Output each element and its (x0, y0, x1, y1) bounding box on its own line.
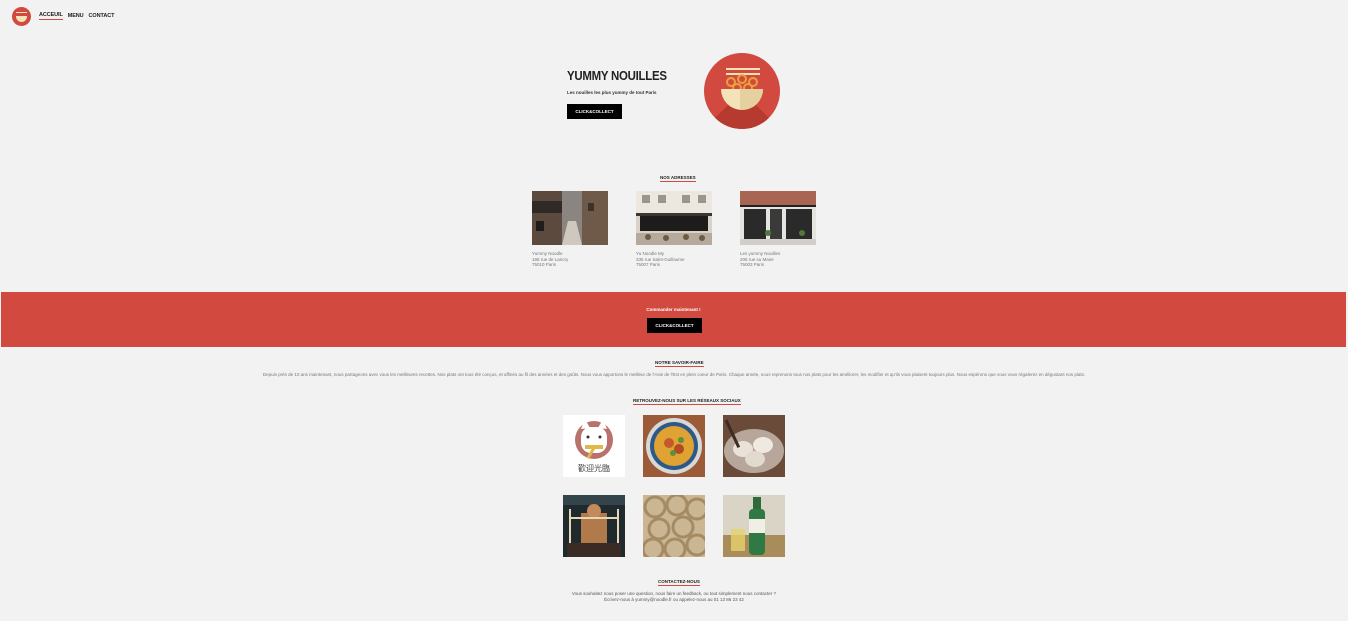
restaurant-photo (740, 191, 816, 245)
dumplings-image[interactable] (723, 415, 785, 477)
nav-link-contact[interactable]: Contact (89, 13, 115, 19)
hero-click-collect-button[interactable]: Click&Collect (567, 104, 622, 119)
dry-noodles-image[interactable] (643, 495, 705, 557)
noodle-chef-image[interactable] (563, 495, 625, 557)
banner-click-collect-button[interactable]: Click&Collect (647, 318, 702, 333)
address-card[interactable]: Yummy Noodle 185 rue de Lancry 75010 Par… (532, 191, 608, 268)
contact-title: Contactez-nous (658, 579, 700, 586)
order-banner: Commander maintenant ! Click&Collect (1, 292, 1346, 347)
top-nav: Acceuil Menu Contact (12, 6, 114, 26)
lucky-cat-caption: 歡迎光臨 (578, 464, 610, 473)
noodle-bowl-illustration (704, 53, 780, 129)
hero-subtitle: Les nouilles les plus yummy de tout Pari… (567, 90, 657, 95)
social-title: Retrouvez-nous sur les réseaux sociaux (633, 398, 741, 405)
beer-bottle-image[interactable] (723, 495, 785, 557)
restaurant-photo (636, 191, 712, 245)
address-city: 75010 Paris (532, 262, 557, 267)
banner-text: Commander maintenant ! (646, 307, 701, 312)
address-city: 75003 Paris (740, 262, 765, 267)
contact-text: Vous souhaitez nous poser une question, … (0, 591, 1348, 603)
hero-section: Yummy Nouilles Les nouilles les plus yum… (567, 68, 707, 119)
addresses-title: Nos adresses (660, 175, 696, 182)
nav-link-accueil[interactable]: Acceuil (39, 12, 63, 20)
lucky-cat-image[interactable]: 歡迎光臨 (563, 415, 625, 477)
nav-link-menu[interactable]: Menu (68, 13, 84, 19)
savoir-faire-text: Depuis près de 10 ans maintenant, nous p… (262, 372, 1086, 377)
savoir-faire-title: Notre savoir-faire (655, 360, 704, 367)
address-card[interactable]: Les yummy Nouilles 206 rue su Maire 7500… (740, 191, 816, 268)
hero-title: Yummy Nouilles (567, 68, 667, 83)
address-card[interactable]: Yu Noodle My 335 rue Saint-Guillaume 750… (636, 191, 712, 268)
restaurant-photo (532, 191, 608, 245)
noodle-bowl-logo[interactable] (12, 6, 31, 26)
contact-line-2: Écrivez-nous à yummy@noodle.fr ou appele… (604, 597, 744, 602)
noodle-dish-image[interactable] (643, 415, 705, 477)
address-city: 75007 Paris (636, 262, 661, 267)
